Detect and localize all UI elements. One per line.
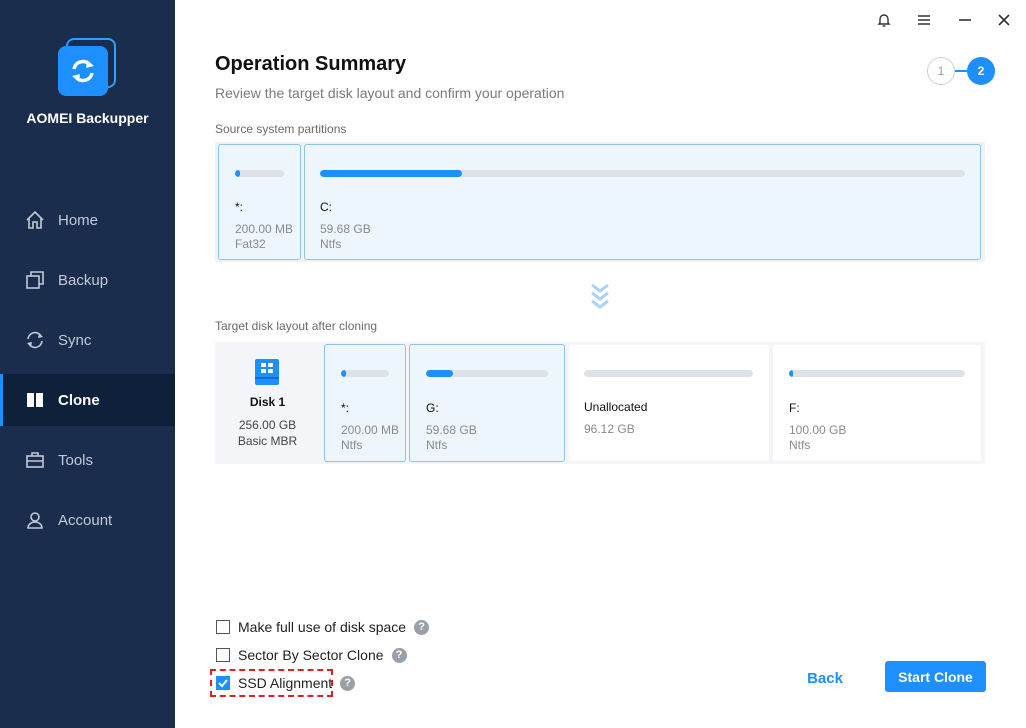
partition-fs: Ntfs xyxy=(341,438,363,452)
minimize-icon[interactable] xyxy=(955,10,975,30)
full-disk-space-checkbox[interactable] xyxy=(216,620,230,634)
disk-name: Disk 1 xyxy=(249,395,286,409)
sidebar: AOMEI Backupper Home Backup Sync Clone T… xyxy=(0,0,175,728)
partition-fs: Ntfs xyxy=(789,438,811,452)
option-full-disk-space[interactable]: Make full use of disk space ? xyxy=(216,619,430,635)
sidebar-item-label: Clone xyxy=(58,391,100,409)
back-button[interactable]: Back xyxy=(795,664,855,692)
usage-bar-fill xyxy=(789,370,793,377)
partition-size: 100.00 GB xyxy=(789,423,847,437)
step-indicator-1: 1 xyxy=(927,57,955,85)
partition-size: 59.68 GB xyxy=(426,423,477,437)
home-icon xyxy=(24,209,46,231)
partition-size: 200.00 MB xyxy=(235,222,294,236)
option-sector-by-sector[interactable]: Sector By Sector Clone ? xyxy=(216,647,407,663)
partition-fs: Fat32 xyxy=(235,237,266,251)
option-label: Make full use of disk space xyxy=(238,619,407,635)
sidebar-item-clone[interactable]: Clone xyxy=(0,374,175,426)
usage-bar-fill xyxy=(320,170,462,177)
disk-info: Disk 1 256.00 GB Basic MBR xyxy=(215,342,320,464)
sidebar-item-tools[interactable]: Tools xyxy=(0,434,175,486)
sidebar-item-home[interactable]: Home xyxy=(0,194,175,246)
step-connector xyxy=(955,70,967,72)
source-partition-c[interactable]: C: 59.68 GB Ntfs xyxy=(304,144,981,260)
clone-icon xyxy=(24,389,46,411)
target-partition-g[interactable]: G: 59.68 GB Ntfs xyxy=(409,344,565,462)
disk-type: Basic MBR xyxy=(237,434,298,448)
page-subtitle: Review the target disk layout and confir… xyxy=(215,85,565,101)
partition-fs: Ntfs xyxy=(426,438,448,452)
sidebar-item-backup[interactable]: Backup xyxy=(0,254,175,306)
target-partition-system[interactable]: *: 200.00 MB Ntfs xyxy=(324,344,406,462)
partition-name: C: xyxy=(320,200,332,214)
option-label: Sector By Sector Clone xyxy=(238,647,384,663)
partition-size: 59.68 GB xyxy=(320,222,371,236)
help-icon[interactable]: ? xyxy=(414,619,430,635)
usage-bar-fill xyxy=(235,170,240,177)
page-title: Operation Summary xyxy=(215,53,407,75)
start-clone-button[interactable]: Start Clone xyxy=(885,661,986,692)
menu-icon[interactable] xyxy=(914,10,934,30)
sync-icon xyxy=(24,329,46,351)
partition-name: *: xyxy=(341,401,350,415)
sector-by-sector-checkbox[interactable] xyxy=(216,648,230,662)
disk-drive-icon xyxy=(253,357,281,392)
sidebar-item-label: Home xyxy=(58,211,99,229)
tools-icon xyxy=(24,449,46,471)
ssd-alignment-highlight xyxy=(210,669,333,697)
partition-size: 96.12 GB xyxy=(584,422,635,436)
target-disk: Disk 1 256.00 GB Basic MBR *: 200.00 MB … xyxy=(215,342,985,464)
sidebar-item-account[interactable]: Account xyxy=(0,494,175,546)
disk-capacity: 256.00 GB xyxy=(238,418,297,432)
help-icon[interactable]: ? xyxy=(391,647,407,663)
app-name: AOMEI Backupper xyxy=(26,110,149,126)
partition-name: Unallocated xyxy=(584,400,648,414)
sidebar-item-label: Sync xyxy=(58,331,92,349)
target-partition-unallocated[interactable]: Unallocated 96.12 GB xyxy=(569,345,769,461)
target-partition-f[interactable]: F: 100.00 GB Ntfs xyxy=(773,345,981,461)
sidebar-item-label: Tools xyxy=(58,451,94,469)
double-chevron-down-icon xyxy=(589,282,611,317)
sidebar-item-label: Backup xyxy=(58,271,109,289)
sidebar-item-label: Account xyxy=(58,511,113,529)
account-icon xyxy=(24,509,46,531)
sidebar-item-sync[interactable]: Sync xyxy=(0,314,175,366)
backup-icon xyxy=(24,269,46,291)
close-icon[interactable] xyxy=(994,10,1014,30)
help-icon[interactable]: ? xyxy=(340,675,356,691)
partition-fs: Ntfs xyxy=(320,237,342,251)
notification-bell-icon[interactable] xyxy=(874,10,894,30)
partition-name: G: xyxy=(426,401,439,415)
partition-name: F: xyxy=(789,401,800,415)
usage-bar-fill xyxy=(426,370,453,377)
partition-size: 200.00 MB xyxy=(341,423,400,437)
app-logo-icon xyxy=(58,38,118,98)
source-section-label: Source system partitions xyxy=(215,122,347,136)
usage-bar-fill xyxy=(341,370,346,377)
partition-name: *: xyxy=(235,200,244,214)
source-partition-system[interactable]: *: 200.00 MB Fat32 xyxy=(218,144,301,260)
target-section-label: Target disk layout after cloning xyxy=(215,319,378,333)
step-indicator-2: 2 xyxy=(967,57,995,85)
source-disk: *: 200.00 MB Fat32 C: 59.68 GB Ntfs xyxy=(215,142,985,262)
